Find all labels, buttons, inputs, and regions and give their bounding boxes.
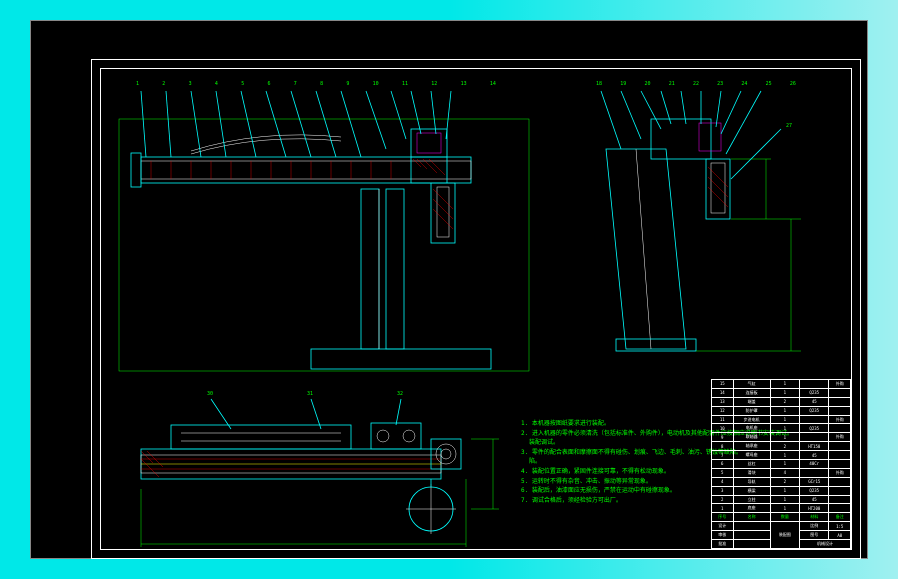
inner-frame: 1 2 3 4 5 6 7 8 9 10 11 12 13 14 [100,68,852,550]
leader-10: 10 [373,81,379,87]
drawing-frame: 1 2 3 4 5 6 7 8 9 10 11 12 13 14 [91,59,861,559]
bom-h-note: 备注 [829,513,851,522]
leader-s3: 20 [644,81,650,87]
dim-hang: 185 [768,184,775,189]
leader-row-front: 1 2 3 4 5 6 7 8 9 10 11 12 13 14 [136,81,496,87]
leader-11: 11 [402,81,408,87]
bom-table: 15气缸1外购 14连接板1Q235 13端盖245 12防护罩1Q235 11… [711,379,851,549]
leader-6: 6 [267,81,270,87]
leader-s5: 22 [693,81,699,87]
leader-s7: 24 [741,81,747,87]
leader-5: 5 [241,81,244,87]
leader-3: 3 [189,81,192,87]
leader-s2: 19 [620,81,626,87]
view-front: 1 2 3 4 5 6 7 8 9 10 11 12 13 14 [111,79,541,379]
leader-s10: 27 [786,123,792,129]
leader-t2: 31 [307,391,313,397]
leader-13: 13 [461,81,467,87]
view-top: 30 31 32 1200 340 [111,389,511,549]
leader-row-side: 18 19 20 21 22 23 24 25 26 [596,81,796,87]
bom-h-mat: 材料 [800,513,829,522]
leader-7: 7 [294,81,297,87]
dim-offset: 340 [495,469,502,474]
dim-height: 850 [793,279,800,284]
leader-s1: 18 [596,81,602,87]
leader-14: 14 [490,81,496,87]
leader-s6: 23 [717,81,723,87]
leader-12: 12 [431,81,437,87]
bom-h-name: 名称 [733,513,770,522]
leader-s8: 25 [766,81,772,87]
cad-canvas: 1 2 3 4 5 6 7 8 9 10 11 12 13 14 [30,20,868,559]
side-view-drawing [571,79,836,369]
leader-4: 4 [215,81,218,87]
leader-1: 1 [136,81,139,87]
front-view-drawing [111,79,541,379]
leader-s9: 26 [790,81,796,87]
leader-2: 2 [162,81,165,87]
leader-t1: 30 [207,391,213,397]
drawing-title: 装配图 [770,522,799,549]
dim-length: 1200 [291,537,301,542]
leader-9: 9 [346,81,349,87]
leader-8: 8 [320,81,323,87]
bom-h-qty: 数量 [770,513,799,522]
view-side: 18 19 20 21 22 23 24 25 26 27 850 185 [571,79,836,369]
leader-t3: 32 [397,391,403,397]
bom-h-no: 序号 [712,513,734,522]
leader-s4: 21 [669,81,675,87]
top-view-drawing [111,389,511,549]
title-block: 15气缸1外购 14连接板1Q235 13端盖245 12防护罩1Q235 11… [711,379,851,549]
